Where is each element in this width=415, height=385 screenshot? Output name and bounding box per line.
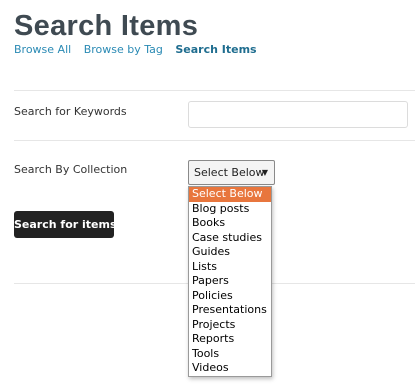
dropdown-option-papers[interactable]: Papers [189, 274, 271, 289]
dropdown-option-blog-posts[interactable]: Blog posts [189, 202, 271, 217]
collection-select[interactable]: Select Below ▼ [188, 160, 275, 185]
collection-label: Search By Collection [14, 163, 128, 176]
divider [14, 140, 415, 141]
dropdown-option-lists[interactable]: Lists [189, 260, 271, 275]
nav-link-browse-all[interactable]: Browse All [14, 43, 71, 56]
dropdown-option-videos[interactable]: Videos [189, 361, 271, 376]
sub-navigation: Browse All Browse by Tag Search Items [14, 43, 266, 57]
keywords-input[interactable] [188, 101, 408, 128]
keywords-label: Search for Keywords [14, 105, 127, 118]
dropdown-option-presentations[interactable]: Presentations [189, 303, 271, 318]
nav-link-browse-by-tag[interactable]: Browse by Tag [84, 43, 163, 56]
caret-down-icon: ▼ [261, 168, 268, 177]
dropdown-option-books[interactable]: Books [189, 216, 271, 231]
nav-link-search-items[interactable]: Search Items [175, 43, 256, 56]
dropdown-option-tools[interactable]: Tools [189, 347, 271, 362]
collection-select-value: Select Below [194, 166, 265, 179]
dropdown-option-guides[interactable]: Guides [189, 245, 271, 260]
dropdown-option-select-below[interactable]: Select Below [189, 187, 271, 202]
dropdown-option-case-studies[interactable]: Case studies [189, 231, 271, 246]
search-for-items-button[interactable]: Search for items [14, 211, 117, 238]
dropdown-option-projects[interactable]: Projects [189, 318, 271, 333]
divider [14, 90, 415, 91]
dropdown-option-reports[interactable]: Reports [189, 332, 271, 347]
collection-dropdown-list: Select Below Blog posts Books Case studi… [188, 186, 272, 377]
dropdown-option-policies[interactable]: Policies [189, 289, 271, 304]
page-title: Search Items [14, 10, 199, 42]
